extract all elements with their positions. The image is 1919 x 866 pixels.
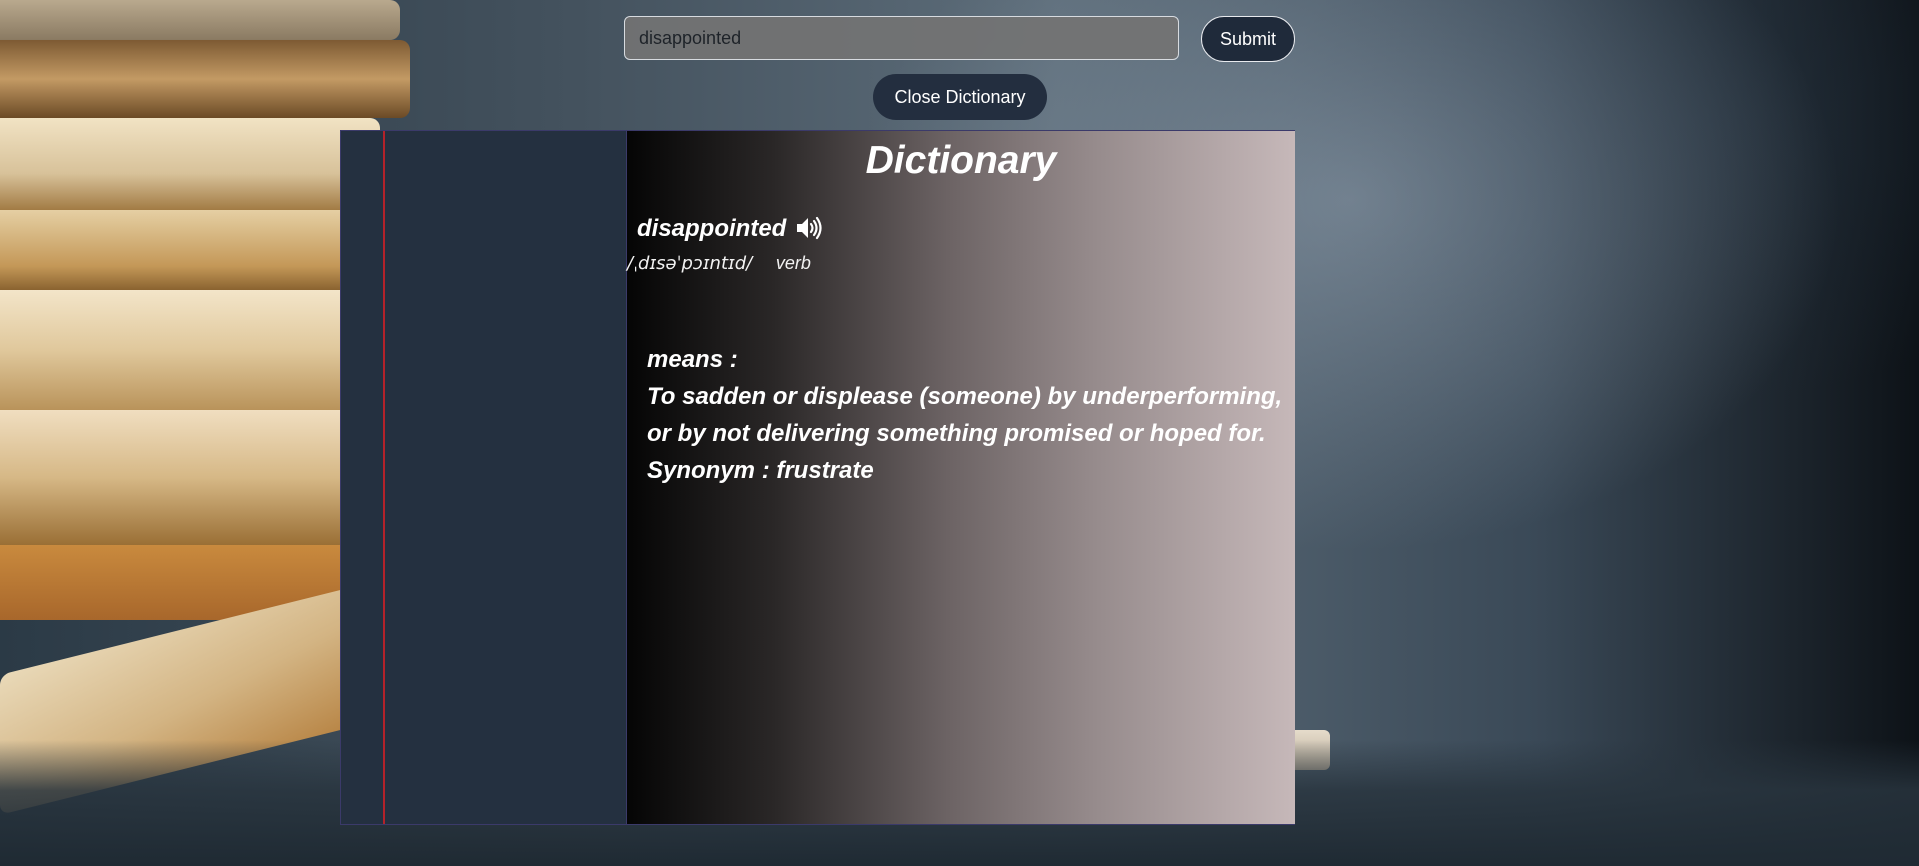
dictionary-content: Dictionary disappointed /ˌdɪsəˈpɔɪntɪd/ … xyxy=(626,131,1295,824)
pronunciation-line: /ˌdɪsəˈpɔɪntɪd/ verb xyxy=(627,253,811,274)
means-label: means : xyxy=(647,346,738,373)
speaker-icon[interactable] xyxy=(794,215,824,241)
page-background: Submit Close Dictionary Dictionary disap… xyxy=(0,0,1919,866)
part-of-speech: verb xyxy=(775,253,811,273)
dictionary-title: Dictionary xyxy=(865,139,1057,182)
search-input[interactable] xyxy=(624,16,1179,60)
entry-word: disappointed xyxy=(637,215,787,242)
definition-block: means : To sadden or displease (someone)… xyxy=(647,341,1287,489)
definition-line-2: or by not delivering something promised … xyxy=(647,420,1266,447)
synonym-line: Synonym : frustrate xyxy=(647,457,874,484)
dictionary-panel: Dictionary disappointed /ˌdɪsəˈpɔɪntɪd/ … xyxy=(340,130,1295,825)
close-dictionary-button[interactable]: Close Dictionary xyxy=(873,74,1047,120)
definition-line-1: To sadden or displease (someone) by unde… xyxy=(647,383,1283,410)
pronunciation-text: /ˌdɪsəˈpɔɪntɪd/ xyxy=(627,253,753,274)
submit-button[interactable]: Submit xyxy=(1201,16,1295,62)
margin-line xyxy=(383,131,385,824)
